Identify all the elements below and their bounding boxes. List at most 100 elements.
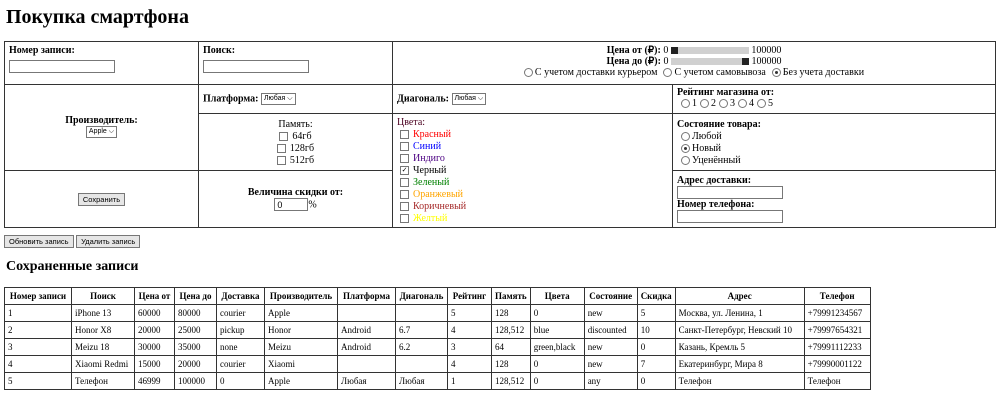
color-option[interactable]: Зеленый	[400, 177, 668, 189]
saved-records-table: Номер записи Поиск Цена от Цена до Доставка П…	[4, 287, 871, 390]
price-from-slider[interactable]	[670, 47, 749, 55]
table-cell: new	[583, 338, 638, 356]
discount-input[interactable]	[274, 198, 309, 211]
table-cell: Android	[337, 338, 396, 356]
checkbox-icon[interactable]	[400, 190, 409, 200]
rating-option[interactable]: 3	[719, 98, 735, 109]
color-option[interactable]: Оранжевый	[400, 189, 668, 201]
column-header: Производитель	[264, 287, 338, 305]
checkbox-icon[interactable]	[279, 132, 289, 142]
address-input[interactable]	[677, 186, 783, 199]
table-cell: discounted	[583, 321, 638, 339]
table-row[interactable]: 3 Meizu 18 30000 35000 none Meizu Android 6.2 3 6…	[4, 338, 871, 356]
diagonal-cell: Диагональ: Любая ⌵	[392, 84, 673, 114]
checkbox-icon[interactable]	[400, 202, 409, 212]
memory-option[interactable]: 64гб	[203, 131, 388, 143]
memory-option[interactable]: 512гб	[203, 155, 388, 167]
rating-option[interactable]: 4	[738, 98, 754, 109]
color-option[interactable]: ✓ Черный	[400, 165, 668, 177]
table-cell: Apple	[264, 372, 338, 390]
manufacturer-select[interactable]: Apple ⌵	[85, 126, 118, 138]
rating-option[interactable]: 2	[700, 98, 716, 109]
rating-option[interactable]: 5	[757, 98, 773, 109]
checkbox-icon[interactable]	[276, 156, 286, 166]
search-input[interactable]	[203, 60, 309, 73]
table-row[interactable]: 2 Honor X8 20000 25000 pickup Honor Android 6.7…	[4, 321, 871, 339]
page-title: Покупка смартфона	[6, 6, 189, 28]
checkbox-icon[interactable]	[400, 142, 409, 152]
table-row[interactable]: 5 Телефон 46999 100000 0 Apple Любая Любая 1 128,…	[4, 372, 871, 390]
table-cell: 3	[4, 338, 72, 356]
memory-option[interactable]: 128гб	[203, 143, 388, 155]
memory-options: 64гб 128гб 512гб	[203, 131, 388, 167]
color-option[interactable]: Индиго	[400, 153, 668, 165]
radio-icon[interactable]	[681, 132, 690, 142]
checkbox-icon[interactable]: ✓	[400, 166, 409, 176]
column-header: Цена от	[134, 287, 175, 305]
delivery-option[interactable]: С учетом доставки курьером	[523, 67, 658, 78]
color-option[interactable]: Желтый	[400, 213, 668, 225]
radio-icon[interactable]	[681, 99, 690, 109]
table-row[interactable]: 4 Xiaomi Redmi 15000 20000 courier Xiaomi 4 128…	[4, 355, 871, 373]
table-cell: 6.7	[395, 321, 448, 339]
color-option[interactable]: Красный	[400, 129, 668, 141]
checkbox-icon[interactable]	[400, 178, 409, 188]
checkbox-icon[interactable]	[400, 214, 409, 224]
update-record-button[interactable]: Обновить запись	[4, 235, 74, 248]
delete-record-button[interactable]: Удалить запись	[76, 235, 141, 248]
color-option[interactable]: Синий	[400, 141, 668, 153]
radio-icon[interactable]	[681, 144, 690, 154]
price-to-max: 100000	[751, 56, 782, 67]
condition-option[interactable]: Любой	[681, 131, 991, 143]
record-number-input[interactable]	[9, 60, 115, 73]
rating-option[interactable]: 1	[681, 98, 697, 109]
radio-icon[interactable]	[681, 156, 690, 166]
platform-select[interactable]: Любая ⌵	[260, 93, 296, 105]
price-to-slider[interactable]	[670, 58, 749, 66]
radio-icon[interactable]	[523, 68, 533, 78]
checkbox-icon[interactable]	[276, 144, 286, 154]
record-cell: Номер записи:	[4, 41, 199, 85]
condition-option[interactable]: Уценённый	[681, 155, 991, 167]
table-row[interactable]: 1 iPhone 13 60000 80000 courier Apple 5 128 0 new…	[4, 304, 871, 322]
color-option[interactable]: Коричневый	[400, 201, 668, 213]
radio-icon[interactable]	[663, 68, 673, 78]
checkbox-icon[interactable]	[400, 130, 409, 140]
table-cell: courier	[216, 355, 265, 373]
rating-option-label: 2	[711, 98, 716, 109]
radio-icon[interactable]	[738, 99, 747, 109]
column-header: Номер записи	[4, 287, 72, 305]
discount-cell: Величина скидки от: %	[198, 170, 393, 228]
table-header-row: Номер записи Поиск Цена от Цена до Доставка П…	[4, 287, 871, 305]
radio-icon[interactable]	[771, 68, 781, 78]
delivery-option[interactable]: С учетом самовывоза	[663, 67, 766, 78]
column-header: Цвета	[529, 287, 585, 305]
table-cell: courier	[216, 304, 265, 322]
table-cell: Honor	[264, 321, 338, 339]
delivery-option[interactable]: Без учета доставки	[771, 67, 864, 78]
table-cell: 0	[636, 372, 676, 390]
table-cell: Екатеринбург, Мира 8	[674, 355, 805, 373]
table-cell: Любая	[337, 372, 396, 390]
radio-icon[interactable]	[757, 99, 766, 109]
table-cell: 128,512	[491, 321, 531, 339]
condition-options: Любой Новый Уценённый	[677, 131, 991, 167]
search-label: Поиск:	[203, 45, 236, 56]
radio-icon[interactable]	[700, 99, 709, 109]
manufacturer-cell: Производитель: Apple ⌵	[4, 84, 199, 171]
radio-icon[interactable]	[719, 99, 728, 109]
table-cell: 5	[636, 304, 676, 322]
column-header: Платформа	[337, 287, 396, 305]
table-cell: 10	[636, 321, 676, 339]
save-button[interactable]: Сохранить	[77, 193, 126, 206]
table-cell: 20000	[174, 355, 217, 373]
delivery-option-label: С учетом доставки курьером	[534, 67, 658, 78]
phone-input[interactable]	[677, 210, 783, 223]
column-header: Скидка	[636, 287, 676, 305]
price-from-max: 100000	[751, 45, 782, 56]
condition-option[interactable]: Новый	[681, 143, 991, 155]
checkbox-icon[interactable]	[400, 154, 409, 164]
condition-cell: Состояние товара: Любой Новый Уценённый	[672, 113, 996, 171]
colors-label: Цвета:	[397, 117, 426, 128]
diagonal-select[interactable]: Любая ⌵	[451, 93, 487, 105]
